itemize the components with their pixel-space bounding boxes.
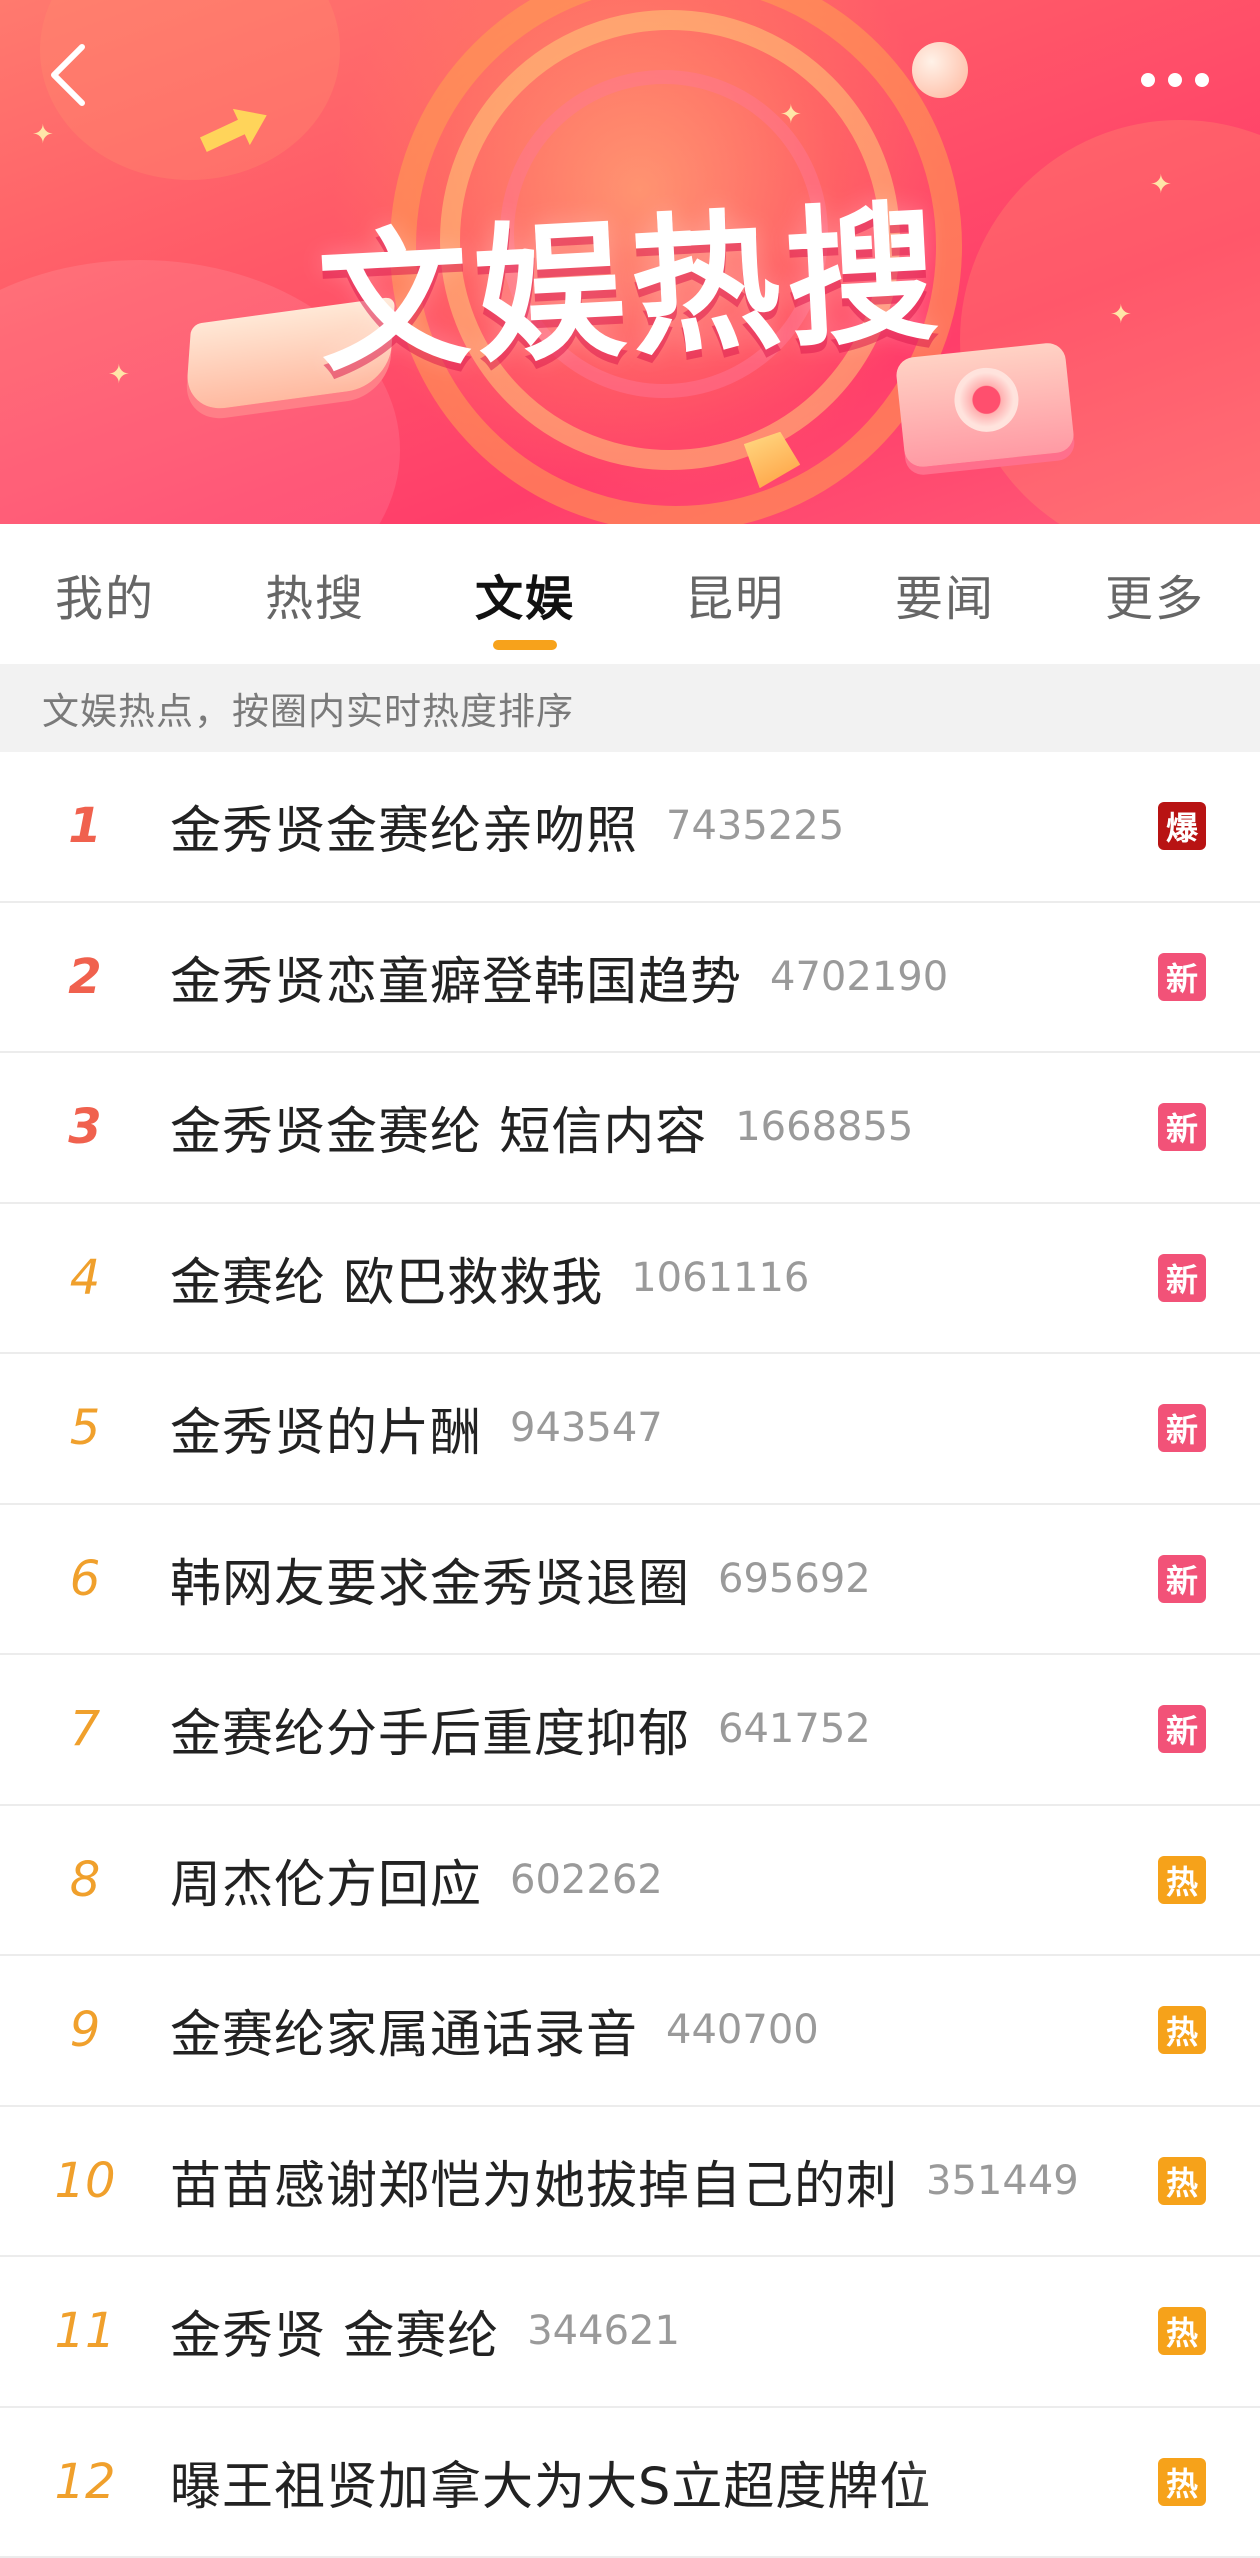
item-title: 韩网友要求金秀贤退圈: [170, 1542, 690, 1616]
status-badge: 热: [1158, 2006, 1206, 2054]
list-item[interactable]: 6 韩网友要求金秀贤退圈 695692 新: [0, 1505, 1260, 1656]
more-dots-icon: [1140, 72, 1210, 88]
rank-number: 5: [0, 1400, 170, 1456]
heat-count: 602262: [510, 1857, 663, 1903]
fade-overlay: [900, 2408, 1160, 2557]
status-badge: 新: [1158, 953, 1206, 1001]
status-badge: 新: [1158, 1555, 1206, 1603]
rank-number: 12: [0, 2454, 170, 2510]
rank-number: 3: [0, 1099, 170, 1155]
tab-label: 昆明: [685, 559, 785, 629]
list-item[interactable]: 2 金秀贤恋童癖登韩国趋势 4702190 新: [0, 903, 1260, 1054]
tab-bar: 我的 热搜 文娱 昆明 要闻 更多: [0, 524, 1260, 664]
status-badge: 热: [1158, 1856, 1206, 1904]
chevron-left-icon: [46, 43, 90, 107]
rank-number: 7: [0, 1701, 170, 1757]
heat-count: 440700: [666, 2007, 819, 2053]
list-item[interactable]: 5 金秀贤的片酬 943547 新: [0, 1354, 1260, 1505]
item-title: 金秀贤恋童癖登韩国趋势: [170, 940, 742, 1014]
rank-number: 8: [0, 1852, 170, 1908]
list-description: 文娱热点，按圈内实时热度排序: [0, 664, 1260, 752]
tab-label: 更多: [1105, 559, 1205, 629]
heat-count: 1061116: [631, 1255, 809, 1301]
rank-number: 4: [0, 1250, 170, 1306]
tab-news[interactable]: 要闻: [840, 524, 1050, 664]
list-item[interactable]: 11 金秀贤 金赛纶 344621 热: [0, 2257, 1260, 2408]
heat-count: 695692: [718, 1556, 871, 1602]
status-badge: 新: [1158, 1705, 1206, 1753]
status-badge: 新: [1158, 1404, 1206, 1452]
rank-number: 2: [0, 949, 170, 1005]
tab-mine[interactable]: 我的: [0, 524, 210, 664]
list-item[interactable]: 4 金赛纶 欧巴救救我 1061116 新: [0, 1204, 1260, 1355]
tab-entertainment[interactable]: 文娱: [420, 524, 630, 664]
status-badge: 热: [1158, 2458, 1206, 2506]
list-item[interactable]: 3 金秀贤金赛纶 短信内容 1668855 新: [0, 1053, 1260, 1204]
item-title: 苗苗感谢郑恺为她拔掉自己的刺: [170, 2144, 898, 2218]
item-title: 曝王祖贤加拿大为大S立超度牌位: [170, 2445, 931, 2519]
list-item[interactable]: 12 曝王祖贤加拿大为大S立超度牌位 热: [0, 2408, 1260, 2558]
item-title: 金秀贤的片酬: [170, 1391, 482, 1465]
hot-search-list: 1 金秀贤金赛纶亲吻照 7435225 爆 2 金秀贤恋童癖登韩国趋势 4702…: [0, 752, 1260, 2558]
heat-count: 344621: [527, 2308, 680, 2354]
tab-label: 热搜: [265, 559, 365, 629]
heat-count: 943547: [510, 1405, 663, 1451]
heat-count: 1668855: [735, 1104, 913, 1150]
status-badge: 热: [1158, 2307, 1206, 2355]
rank-number: 10: [0, 2153, 170, 2209]
rank-number: 1: [0, 798, 170, 854]
item-title: 金秀贤 金赛纶: [170, 2294, 499, 2368]
planet-decoration-icon: [912, 42, 968, 98]
item-title: 金赛纶分手后重度抑郁: [170, 1692, 690, 1766]
heat-count: 641752: [718, 1706, 871, 1752]
item-title: 金赛纶 欧巴救救我: [170, 1241, 603, 1315]
tab-label: 文娱: [475, 559, 575, 629]
rank-number: 11: [0, 2303, 170, 2359]
list-item[interactable]: 7 金赛纶分手后重度抑郁 641752 新: [0, 1655, 1260, 1806]
status-badge: 新: [1158, 1103, 1206, 1151]
item-title: 金秀贤金赛纶亲吻照: [170, 789, 638, 863]
more-button[interactable]: [1130, 50, 1220, 110]
heat-count: 7435225: [666, 803, 844, 849]
item-title: 周杰伦方回应: [170, 1843, 482, 1917]
tab-kunming[interactable]: 昆明: [630, 524, 840, 664]
list-item[interactable]: 10 苗苗感谢郑恺为她拔掉自己的刺 351449 热: [0, 2107, 1260, 2258]
banner: ✦ ✦ ✦ ✦ ✦ 文娱热搜: [0, 0, 1260, 524]
item-title: 金赛纶家属通话录音: [170, 1993, 638, 2067]
heat-count: 4702190: [770, 954, 948, 1000]
list-item[interactable]: 8 周杰伦方回应 602262 热: [0, 1806, 1260, 1957]
tab-indicator: [493, 640, 557, 650]
back-button[interactable]: [38, 40, 98, 110]
tab-label: 我的: [55, 559, 155, 629]
status-badge: 新: [1158, 1254, 1206, 1302]
list-item[interactable]: 9 金赛纶家属通话录音 440700 热: [0, 1956, 1260, 2107]
status-badge: 热: [1158, 2157, 1206, 2205]
rank-number: 6: [0, 1551, 170, 1607]
status-badge: 爆: [1158, 802, 1206, 850]
sparkle-icon: ✦: [780, 100, 802, 130]
rank-number: 9: [0, 2002, 170, 2058]
item-title: 金秀贤金赛纶 短信内容: [170, 1090, 707, 1164]
tab-more[interactable]: 更多: [1050, 524, 1260, 664]
list-item[interactable]: 1 金秀贤金赛纶亲吻照 7435225 爆: [0, 752, 1260, 903]
sparkle-icon: ✦: [32, 120, 54, 150]
heat-count: 351449: [926, 2158, 1079, 2204]
tab-label: 要闻: [895, 559, 995, 629]
tab-hot-search[interactable]: 热搜: [210, 524, 420, 664]
